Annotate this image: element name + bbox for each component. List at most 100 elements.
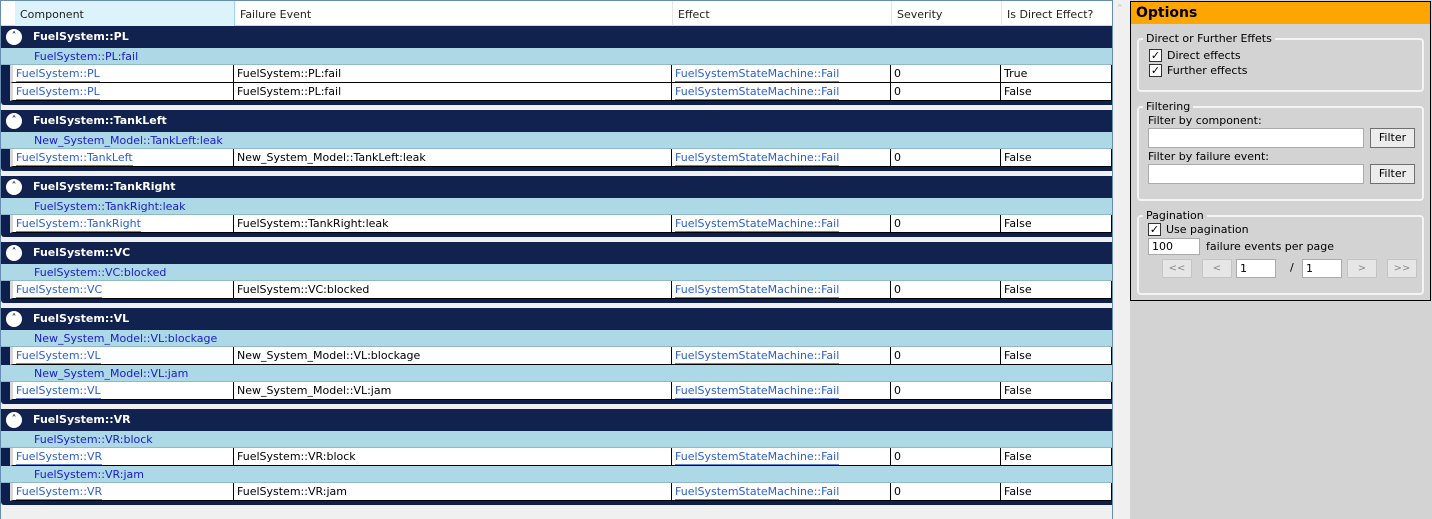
table-row[interactable]: FuelSystem::PL FuelSystem::PL:fail FuelSys… [10,65,1112,83]
cell-failure-event-text: New_System_Model::VL:blockage [237,349,421,362]
table-row[interactable]: FuelSystem::VC FuelSystem::VC:blocked Fuel… [10,281,1112,299]
chevron-up-icon[interactable]: ˄ [6,412,22,428]
cell-is-direct-effect: False [1001,382,1112,399]
filter-event-button[interactable]: Filter [1370,164,1415,184]
column-header-severity[interactable]: Severity [892,1,1002,26]
filter-component-input[interactable] [1148,128,1364,148]
vertical-scrollbar[interactable]: ⌃ [1112,0,1130,519]
table-row[interactable]: FuelSystem::TankRight FuelSystem::TankRig… [10,215,1112,233]
further-effects-checkbox[interactable]: ✓ Further effects [1149,63,1422,78]
first-page-button[interactable]: << [1162,259,1192,278]
table-row[interactable]: FuelSystem::PL FuelSystem::PL:fail FuelSys… [10,83,1112,101]
cell-component-link[interactable]: FuelSystem::VR [16,450,103,465]
table-row[interactable]: FuelSystem::VR FuelSystem::VR:jam FuelSyst… [10,483,1112,501]
cell-is-direct-effect-text: False [1004,450,1032,463]
group-header[interactable]: ˄ FuelSystem::VR [1,409,1112,431]
column-header-failure-event[interactable]: Failure Event [235,1,673,26]
cell-effect: FuelSystemStateMachine::Fail [672,483,891,500]
pagination-groupbox: Pagination ✓ Use pagination 100 failure … [1137,209,1424,295]
table-row[interactable]: FuelSystem::VL New_System_Model::VL:block… [10,347,1112,365]
scroll-up-arrow-icon[interactable]: ⌃ [1116,4,1124,14]
cell-severity-text: 0 [894,384,901,397]
group-header[interactable]: ˄ FuelSystem::TankRight [1,176,1112,198]
chevron-up-icon[interactable]: ˄ [6,29,22,45]
filter-component-button[interactable]: Filter [1370,128,1415,148]
cell-failure-event: FuelSystem::VC:blocked [234,281,672,298]
group-header[interactable]: ˄ FuelSystem::PL [1,26,1112,48]
component-group: ˄ FuelSystem::TankLeft New_System_Model::T… [1,110,1112,171]
cell-component-link[interactable]: FuelSystem::VL [16,349,101,364]
cell-severity: 0 [891,281,1001,298]
cell-effect-link[interactable]: FuelSystemStateMachine::Fail [675,349,840,364]
group-title: FuelSystem::VC [33,246,131,259]
subgroup-header[interactable]: New_System_Model::TankLeft:leak [1,132,1112,149]
cell-effect-link[interactable]: FuelSystemStateMachine::Fail [675,67,840,82]
use-pagination-checkbox[interactable]: ✓ Use pagination [1148,222,1422,237]
cell-failure-event-text: New_System_Model::VL:jam [237,384,392,397]
cell-severity: 0 [891,382,1001,399]
chevron-up-icon[interactable]: ˄ [6,179,22,195]
cell-component-link[interactable]: FuelSystem::VC [16,283,103,298]
cell-component-link[interactable]: FuelSystem::TankLeft [16,151,133,166]
group-title: FuelSystem::TankLeft [33,114,167,127]
cell-effect-link[interactable]: FuelSystemStateMachine::Fail [675,151,840,166]
total-pages-field: 1 [1302,259,1342,278]
cell-effect-link[interactable]: FuelSystemStateMachine::Fail [675,485,840,500]
cell-failure-event-text: FuelSystem::TankRight:leak [237,217,389,230]
chevron-up-icon[interactable]: ˄ [6,245,22,261]
group-header[interactable]: ˄ FuelSystem::VL [1,308,1112,330]
cell-failure-event: FuelSystem::VR:block [234,448,672,465]
subgroup-header[interactable]: New_System_Model::VL:jam [1,365,1112,382]
cell-component: FuelSystem::VR [13,448,234,465]
column-header-is-direct-effect[interactable]: Is Direct Effect? [1002,1,1112,26]
cell-is-direct-effect-text: False [1004,151,1032,164]
cell-severity: 0 [891,215,1001,232]
next-page-button[interactable]: > [1347,259,1377,278]
last-page-button[interactable]: >> [1387,259,1417,278]
direct-effects-checkbox[interactable]: ✓ Direct effects [1149,48,1422,63]
component-group: ˄ FuelSystem::PL FuelSystem::PL:fail FuelSy… [1,26,1112,105]
cell-component: FuelSystem::VC [13,281,234,298]
cell-is-direct-effect-text: False [1004,283,1032,296]
filter-event-input[interactable] [1148,164,1364,184]
group-header[interactable]: ˄ FuelSystem::TankLeft [1,110,1112,132]
cell-component-link[interactable]: FuelSystem::PL [16,67,100,82]
cell-effect: FuelSystemStateMachine::Fail [672,347,891,364]
subgroup-header[interactable]: FuelSystem::VC:blocked [1,264,1112,281]
cell-effect-link[interactable]: FuelSystemStateMachine::Fail [675,450,840,465]
cell-effect-link[interactable]: FuelSystemStateMachine::Fail [675,283,840,298]
subgroup-header[interactable]: FuelSystem::PL:fail [1,48,1112,65]
cell-effect-link[interactable]: FuelSystemStateMachine::Fail [675,384,840,399]
subgroup-header[interactable]: FuelSystem::TankRight:leak [1,198,1112,215]
subgroup-header[interactable]: FuelSystem::VR:jam [1,466,1112,483]
column-header-effect[interactable]: Effect [673,1,892,26]
cell-failure-event-text: FuelSystem::VR:jam [237,485,347,498]
cell-severity: 0 [891,483,1001,500]
cell-is-direct-effect: False [1001,281,1112,298]
chevron-up-icon[interactable]: ˄ [6,113,22,129]
column-header-component[interactable]: Component [15,1,235,26]
cell-effect-link[interactable]: FuelSystemStateMachine::Fail [675,217,840,232]
subgroup-header[interactable]: FuelSystem::VR:block [1,431,1112,448]
cell-effect-link[interactable]: FuelSystemStateMachine::Fail [675,85,840,100]
cell-is-direct-effect-text: False [1004,485,1032,498]
previous-page-button[interactable]: < [1202,259,1232,278]
per-page-input[interactable]: 100 [1148,238,1200,255]
cell-is-direct-effect: False [1001,347,1112,364]
cell-is-direct-effect: False [1001,83,1112,100]
cell-component-link[interactable]: FuelSystem::PL [16,85,100,100]
chevron-up-icon[interactable]: ˄ [6,311,22,327]
table-row[interactable]: FuelSystem::VR FuelSystem::VR:block FuelSy… [10,448,1112,466]
cell-component-link[interactable]: FuelSystem::VL [16,384,101,399]
current-page-input[interactable]: 1 [1236,259,1276,278]
cell-is-direct-effect-text: False [1004,85,1032,98]
table-row[interactable]: FuelSystem::VL New_System_Model::VL:jam Fu… [10,382,1112,400]
subgroup-header[interactable]: New_System_Model::VL:blockage [1,330,1112,347]
group-header[interactable]: ˄ FuelSystem::VC [1,242,1112,264]
table-row[interactable]: FuelSystem::TankLeft New_System_Model::Ta… [10,149,1112,167]
failure-effects-grid: Component Failure Event Effect Severity … [0,0,1112,519]
cell-component-link[interactable]: FuelSystem::TankRight [16,217,141,232]
cell-component-link[interactable]: FuelSystem::VR [16,485,103,500]
cell-effect: FuelSystemStateMachine::Fail [672,382,891,399]
effects-groupbox: Direct or Further Effets ✓ Direct effect… [1137,32,1424,92]
